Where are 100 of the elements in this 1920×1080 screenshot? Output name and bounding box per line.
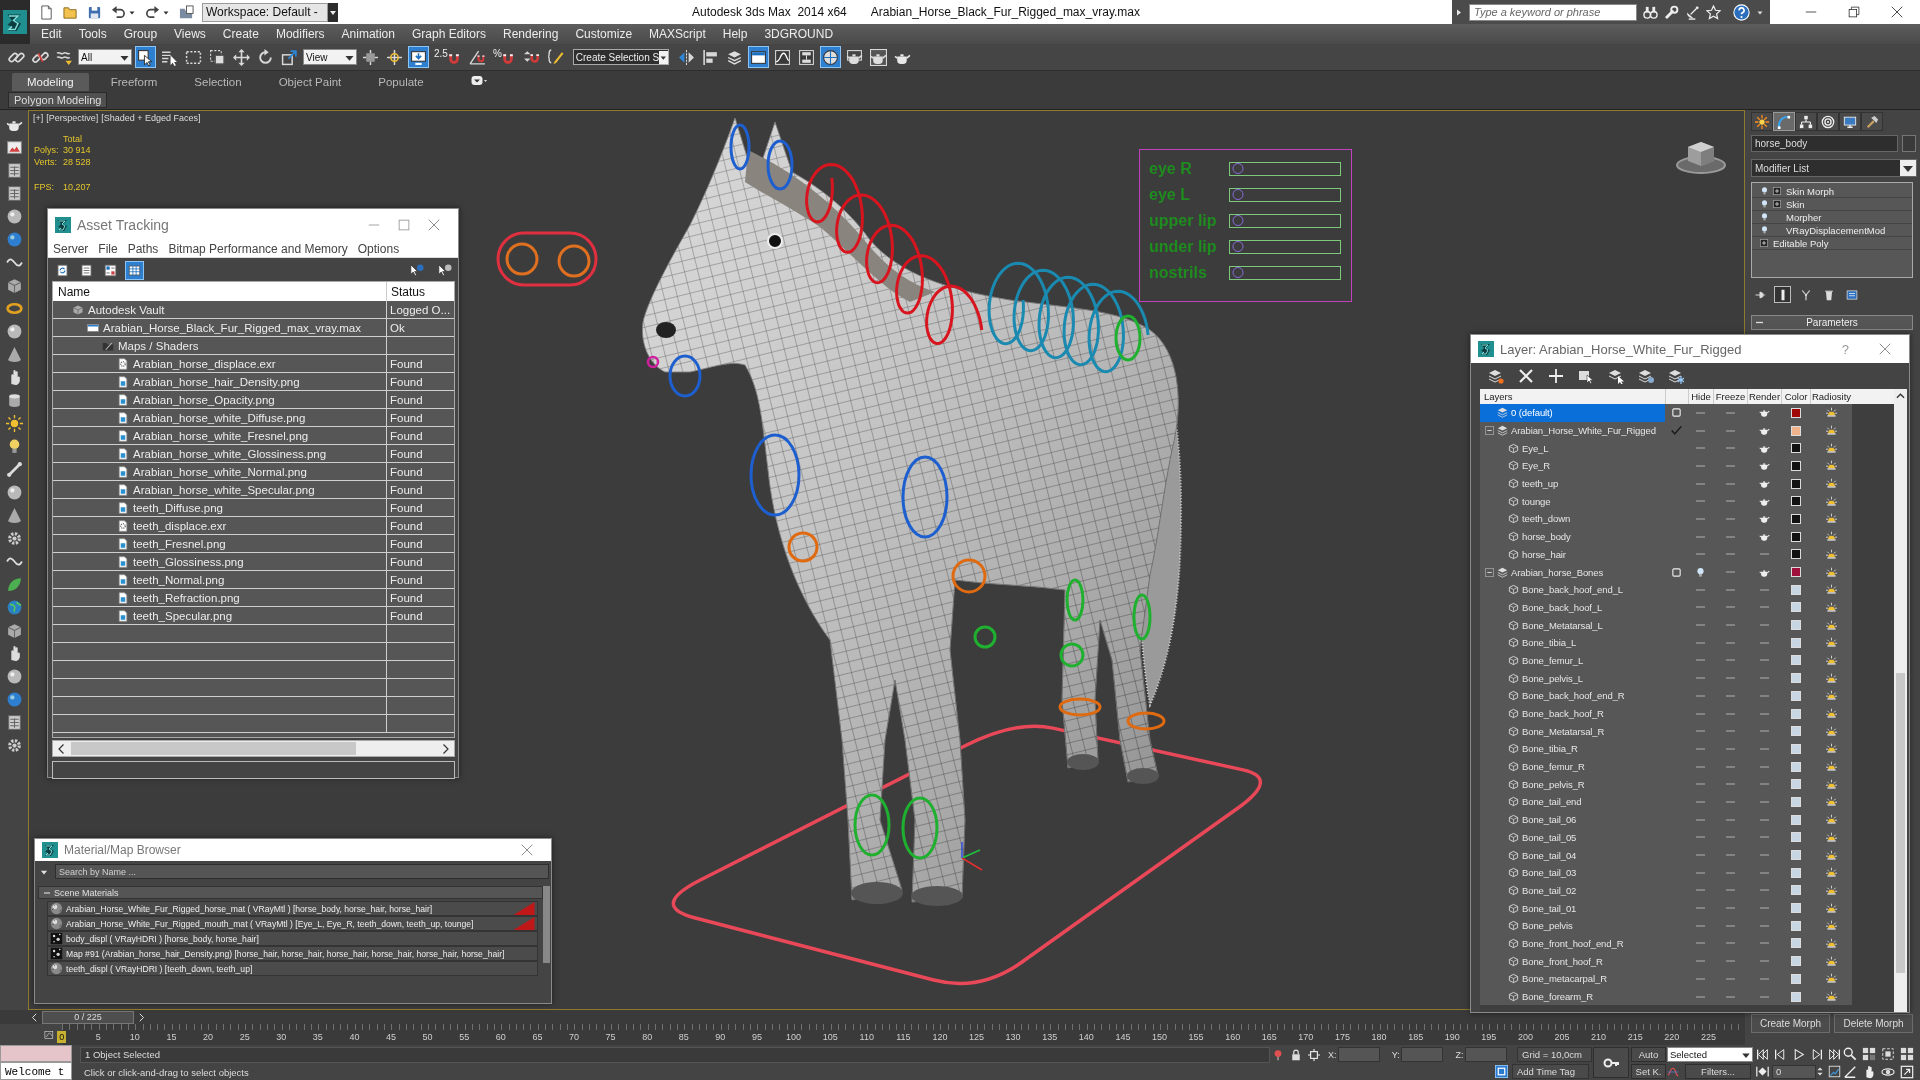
color-swatch[interactable]	[1790, 531, 1801, 542]
sun-icon[interactable]	[1825, 442, 1837, 454]
key-filters-button[interactable]: Filters...	[1685, 1064, 1751, 1079]
collapse-icon[interactable]	[1485, 426, 1494, 436]
color-swatch[interactable]	[1790, 938, 1801, 949]
sun-icon[interactable]	[1825, 937, 1837, 949]
color-swatch[interactable]	[1790, 708, 1801, 719]
modifier-row[interactable]: Morpher	[1752, 211, 1912, 224]
sun-icon[interactable]	[1825, 425, 1837, 437]
bracket-arrows-icon[interactable]	[1756, 1065, 1769, 1078]
material-row[interactable]: Map #91 (Arabian_horse_hair_Density.png) [horse_hair, horse_hair, horse_hair, horse_hair, horse_hair, horse_hair]	[47, 946, 538, 961]
modifier-row[interactable]: VRayDisplacementMod	[1752, 224, 1912, 237]
sun-icon[interactable]	[1825, 495, 1837, 507]
box-cursor-icon[interactable]	[1578, 368, 1594, 384]
morph-slider-track[interactable]	[1229, 162, 1341, 176]
sun-icon[interactable]	[1825, 654, 1837, 666]
sun-icon[interactable]	[1825, 637, 1837, 649]
vertical-scrollbar[interactable]	[543, 886, 550, 963]
undo-icon[interactable]	[111, 4, 126, 20]
gear-icon[interactable]	[5, 530, 23, 547]
color-swatch[interactable]	[1790, 867, 1801, 878]
shoulder-control-ring[interactable]	[749, 433, 801, 517]
sun-icon[interactable]	[1825, 460, 1837, 472]
key-filter-dropdown[interactable]: Selected	[1667, 1047, 1753, 1062]
asset-name[interactable]: teeth_Glossiness.png	[133, 555, 244, 568]
snap-button[interactable]: %	[490, 46, 518, 68]
asset-name[interactable]: teeth_Refraction.png	[133, 591, 240, 604]
pushpin-icon[interactable]	[1272, 1048, 1284, 1061]
tail-control-ring[interactable]	[1114, 314, 1142, 362]
expand-icon[interactable]	[1773, 186, 1781, 195]
layer-name-cell[interactable]: 0 (default)	[1480, 404, 1665, 422]
column-header[interactable]: Layers	[1480, 389, 1665, 404]
cursor-dot-icon[interactable]	[409, 263, 424, 278]
app-logo-icon[interactable]	[0, 0, 30, 44]
sun-icon[interactable]	[1825, 902, 1837, 914]
color-swatch[interactable]	[1790, 460, 1801, 471]
torus-icon[interactable]	[5, 300, 23, 317]
box-icon[interactable]	[5, 622, 23, 639]
sun-icon[interactable]	[1825, 991, 1837, 1003]
sun-icon[interactable]	[1825, 725, 1837, 737]
menu-item[interactable]: Views	[174, 27, 206, 41]
lightbulb-icon[interactable]	[1695, 566, 1706, 578]
ribbon-tab[interactable]: Freeform	[95, 73, 173, 91]
leg-control-ring[interactable]	[1126, 711, 1166, 731]
globe-icon[interactable]	[5, 599, 23, 616]
modifier-list-dropdown[interactable]: Modifier List	[1751, 159, 1917, 177]
teapot-icon[interactable]	[1758, 460, 1770, 472]
sun-icon[interactable]	[1825, 601, 1837, 613]
menu-item[interactable]: Paths	[127, 241, 159, 256]
sun-icon[interactable]	[1825, 407, 1837, 419]
expand-icon[interactable]	[1773, 199, 1781, 208]
asset-name[interactable]: teeth_Diffuse.png	[133, 501, 223, 514]
sun-icon[interactable]	[1825, 796, 1837, 808]
workspace-dropdown[interactable]: Workspace: Default -	[202, 2, 328, 22]
layers-cursor-icon[interactable]	[1608, 368, 1624, 384]
asset-name[interactable]: Arabian_horse_white_Glossiness.png	[133, 447, 327, 460]
sun-icon[interactable]	[1825, 548, 1837, 560]
asset-name[interactable]: teeth_Specular.png	[133, 609, 233, 622]
menu-item[interactable]: 3DGROUND	[764, 27, 834, 41]
leg-control-ring[interactable]	[1059, 642, 1085, 668]
menu-item[interactable]: MAXScript	[649, 27, 706, 41]
asset-name[interactable]: Arabian_horse_white_Fresnel.png	[133, 429, 309, 442]
scrollbar-thumb[interactable]	[1896, 673, 1905, 973]
hoof-control-ring[interactable]	[901, 796, 939, 860]
color-swatch[interactable]	[1790, 425, 1801, 436]
sun-icon[interactable]	[1825, 831, 1837, 843]
rendered-frame-button[interactable]	[867, 46, 889, 68]
collapse-icon[interactable]	[1756, 319, 1763, 326]
color-swatch[interactable]	[1790, 602, 1801, 613]
square-icon[interactable]	[1672, 567, 1681, 577]
color-swatch[interactable]	[1790, 832, 1801, 843]
four-squares-icon[interactable]	[1862, 1047, 1876, 1061]
teapot-icon[interactable]	[1758, 513, 1770, 525]
neck-spiral-control[interactable]	[805, 163, 984, 345]
maxscript-input-field[interactable]	[0, 1045, 72, 1062]
viewport-label[interactable]: [Perspective]	[46, 113, 99, 123]
collapse-icon[interactable]	[1485, 567, 1494, 577]
layers-circle-icon[interactable]	[1638, 368, 1654, 384]
lock-icon[interactable]	[1290, 1048, 1302, 1061]
sphere-icon[interactable]	[5, 668, 23, 685]
morph-slider-track[interactable]	[1229, 240, 1341, 254]
nostril-control-ring[interactable]	[646, 355, 660, 369]
menu-item[interactable]: Modifiers	[275, 27, 325, 41]
set-key-mode-button[interactable]: Set K.	[1631, 1064, 1666, 1079]
cursor-dot-icon[interactable]	[437, 263, 452, 278]
go-to-start-icon[interactable]	[1756, 1048, 1769, 1061]
color-swatch[interactable]	[1790, 973, 1801, 984]
color-swatch[interactable]	[1790, 920, 1801, 931]
asset-name[interactable]: teeth_Fresnel.png	[133, 537, 226, 550]
asset-name[interactable]: Arabian_horse_white_Diffuse.png	[133, 411, 306, 424]
add-icon[interactable]	[1548, 368, 1564, 384]
sun-icon[interactable]	[1825, 867, 1837, 879]
cone-icon[interactable]	[5, 507, 23, 524]
bone-icon[interactable]	[5, 461, 23, 478]
color-swatch[interactable]	[1790, 513, 1801, 524]
search-field[interactable]: Type a keyword or phrase	[1469, 3, 1637, 21]
menu-item[interactable]: Graph Editors	[411, 27, 486, 41]
search-field[interactable]: Search by Name ...	[55, 864, 549, 879]
menu-item[interactable]: Bitmap Performance and Memory	[168, 241, 348, 256]
ribbon-panel-tab[interactable]: Polygon Modeling	[8, 92, 108, 108]
